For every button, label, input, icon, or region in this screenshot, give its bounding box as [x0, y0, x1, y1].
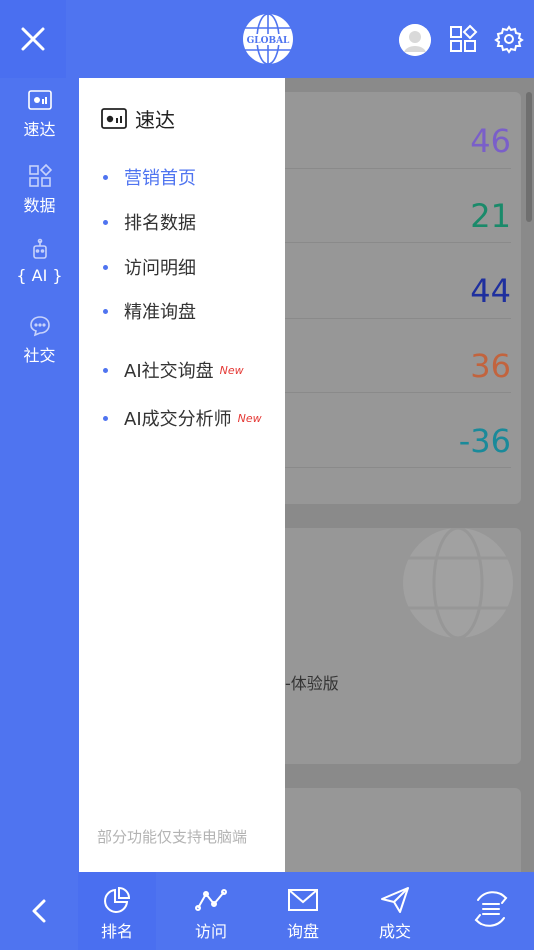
- divider: [285, 318, 511, 319]
- mail-icon: [288, 889, 318, 911]
- metric-value-3: 44: [470, 272, 511, 310]
- metric-value-1: 46: [470, 122, 511, 160]
- chat-icon: [29, 316, 50, 337]
- menu-item-precise-inquiry[interactable]: 精准询盘: [103, 298, 196, 324]
- globe-watermark-icon: [403, 528, 513, 638]
- menu-item-visit-details[interactable]: 访问明细: [103, 254, 196, 280]
- metric-value-4: 36: [470, 347, 511, 385]
- promo-card: -体验版: [285, 528, 521, 764]
- user-avatar-icon: [399, 24, 431, 56]
- menu-item-label: 营销首页: [124, 168, 196, 189]
- bullet-icon: [103, 174, 108, 180]
- bullet-icon: [103, 367, 108, 373]
- rail-item-label: 社交: [23, 346, 56, 365]
- back-button[interactable]: [0, 872, 78, 950]
- rail-item-label: 速达: [23, 120, 56, 139]
- pie-chart-icon: [104, 886, 131, 913]
- menu-item-ai-social-inquiry[interactable]: AI社交询盘 New: [103, 357, 244, 383]
- menu-item-ranking-data[interactable]: 排名数据: [103, 209, 196, 235]
- global-logo[interactable]: GLOBAL: [241, 12, 295, 66]
- tab-label: 排名: [100, 922, 133, 941]
- bullet-icon: [103, 308, 108, 314]
- drawer-footer-note: 部分功能仅支持电脑端: [97, 828, 248, 846]
- tab-ranking[interactable]: 排名: [78, 872, 156, 950]
- tab-label: 成交: [378, 922, 411, 941]
- bullet-icon: [103, 415, 108, 421]
- avatar[interactable]: [399, 24, 431, 56]
- bullet-icon: [103, 219, 108, 225]
- rail-item-suda[interactable]: 速达: [0, 90, 79, 140]
- chevron-left-icon: [32, 899, 46, 923]
- apps-button[interactable]: [448, 24, 478, 54]
- top-bar: GLOBAL: [0, 0, 534, 78]
- left-rail: 速达 数据 { AI } 社交: [0, 78, 79, 872]
- metric-value-2: 21: [470, 197, 511, 235]
- gear-icon: [494, 25, 524, 54]
- new-badge: New: [219, 363, 244, 377]
- bullet-icon: [103, 264, 108, 270]
- divider: [285, 168, 511, 169]
- menu-item-label: 排名数据: [124, 213, 196, 234]
- metrics-card: 46 21 44 36 -36: [285, 92, 521, 504]
- tab-label: 询盘: [286, 922, 319, 941]
- apps-grid-icon: [450, 24, 478, 52]
- line-trend-icon: [195, 889, 227, 911]
- tab-visits[interactable]: 访问: [172, 872, 250, 950]
- menu-item-ai-deal-analyst[interactable]: AI成交分析师 New: [103, 405, 262, 431]
- rail-item-label: { AI }: [16, 266, 63, 285]
- svg-text:GLOBAL: GLOBAL: [247, 36, 290, 46]
- menu-cycle-icon: [474, 891, 508, 927]
- menu-item-marketing-home[interactable]: 营销首页: [103, 164, 196, 190]
- rail-item-social[interactable]: 社交: [0, 314, 79, 366]
- apps-icon: [28, 164, 52, 187]
- scrollbar[interactable]: [526, 92, 532, 222]
- metric-value-5: -36: [458, 422, 511, 460]
- divider: [285, 392, 511, 393]
- switch-button[interactable]: [468, 886, 514, 932]
- settings-button[interactable]: [494, 24, 524, 54]
- dashboard-icon: [101, 107, 127, 129]
- bottom-card: [285, 788, 521, 878]
- menu-item-label: 访问明细: [124, 258, 196, 279]
- background-content: 46 21 44 36 -36 -体验版: [285, 78, 534, 878]
- dashboard-icon: [27, 90, 52, 110]
- tab-label: 访问: [194, 922, 227, 941]
- drawer-header: 速达: [101, 104, 175, 133]
- promo-text: -体验版: [285, 674, 339, 693]
- rail-item-data[interactable]: 数据: [0, 164, 79, 216]
- globe-logo-icon: GLOBAL: [243, 13, 293, 65]
- rail-item-ai[interactable]: { AI }: [0, 238, 79, 285]
- close-button[interactable]: [0, 0, 66, 78]
- rail-item-label: 数据: [23, 196, 56, 215]
- menu-item-label: AI社交询盘: [124, 361, 214, 382]
- send-icon: [381, 887, 409, 913]
- tab-inquiries[interactable]: 询盘: [264, 872, 342, 950]
- drawer-title: 速达: [135, 108, 175, 132]
- side-drawer: 速达 营销首页 排名数据 访问明细 精准询盘 AI社交询盘 New AI成交分析…: [79, 78, 285, 872]
- ai-icon: [32, 238, 47, 259]
- tab-deals[interactable]: 成交: [356, 872, 434, 950]
- bottom-bar: 排名 访问 询盘 成交: [0, 872, 534, 950]
- new-badge: New: [237, 411, 262, 425]
- divider: [285, 242, 511, 243]
- menu-item-label: AI成交分析师: [124, 409, 232, 430]
- divider: [285, 467, 511, 468]
- close-icon: [21, 27, 45, 51]
- menu-item-label: 精准询盘: [124, 302, 196, 323]
